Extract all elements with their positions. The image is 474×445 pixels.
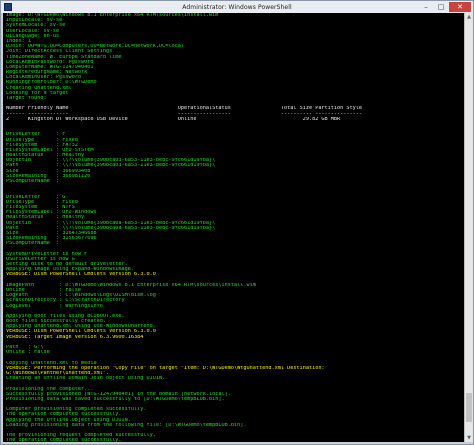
vertical-scrollbar[interactable]: ▲ ▼ [464, 13, 473, 442]
maximize-button[interactable]: □ [434, 2, 448, 12]
window-controls: – □ ✕ [419, 2, 471, 12]
powershell-icon [4, 3, 12, 11]
console-lines: Image: D:\WTGDemo\Windows 8.1 Enterprise… [3, 13, 464, 442]
minimize-button[interactable]: – [419, 2, 433, 12]
scroll-down-arrow-icon[interactable]: ▼ [465, 434, 473, 442]
close-button[interactable]: ✕ [449, 2, 471, 12]
scrollbar-thumb[interactable] [466, 392, 472, 422]
console-line: The operation completed successfully. [6, 438, 122, 442]
powershell-window: Administrator: Windows PowerShell – □ ✕ … [0, 0, 474, 445]
console-output[interactable]: Image: D:\WTGDemo\Windows 8.1 Enterprise… [3, 13, 464, 442]
title-bar[interactable]: Administrator: Windows PowerShell – □ ✕ [1, 1, 473, 13]
scroll-up-arrow-icon[interactable]: ▲ [465, 13, 473, 21]
window-title: Administrator: Windows PowerShell [182, 3, 292, 11]
